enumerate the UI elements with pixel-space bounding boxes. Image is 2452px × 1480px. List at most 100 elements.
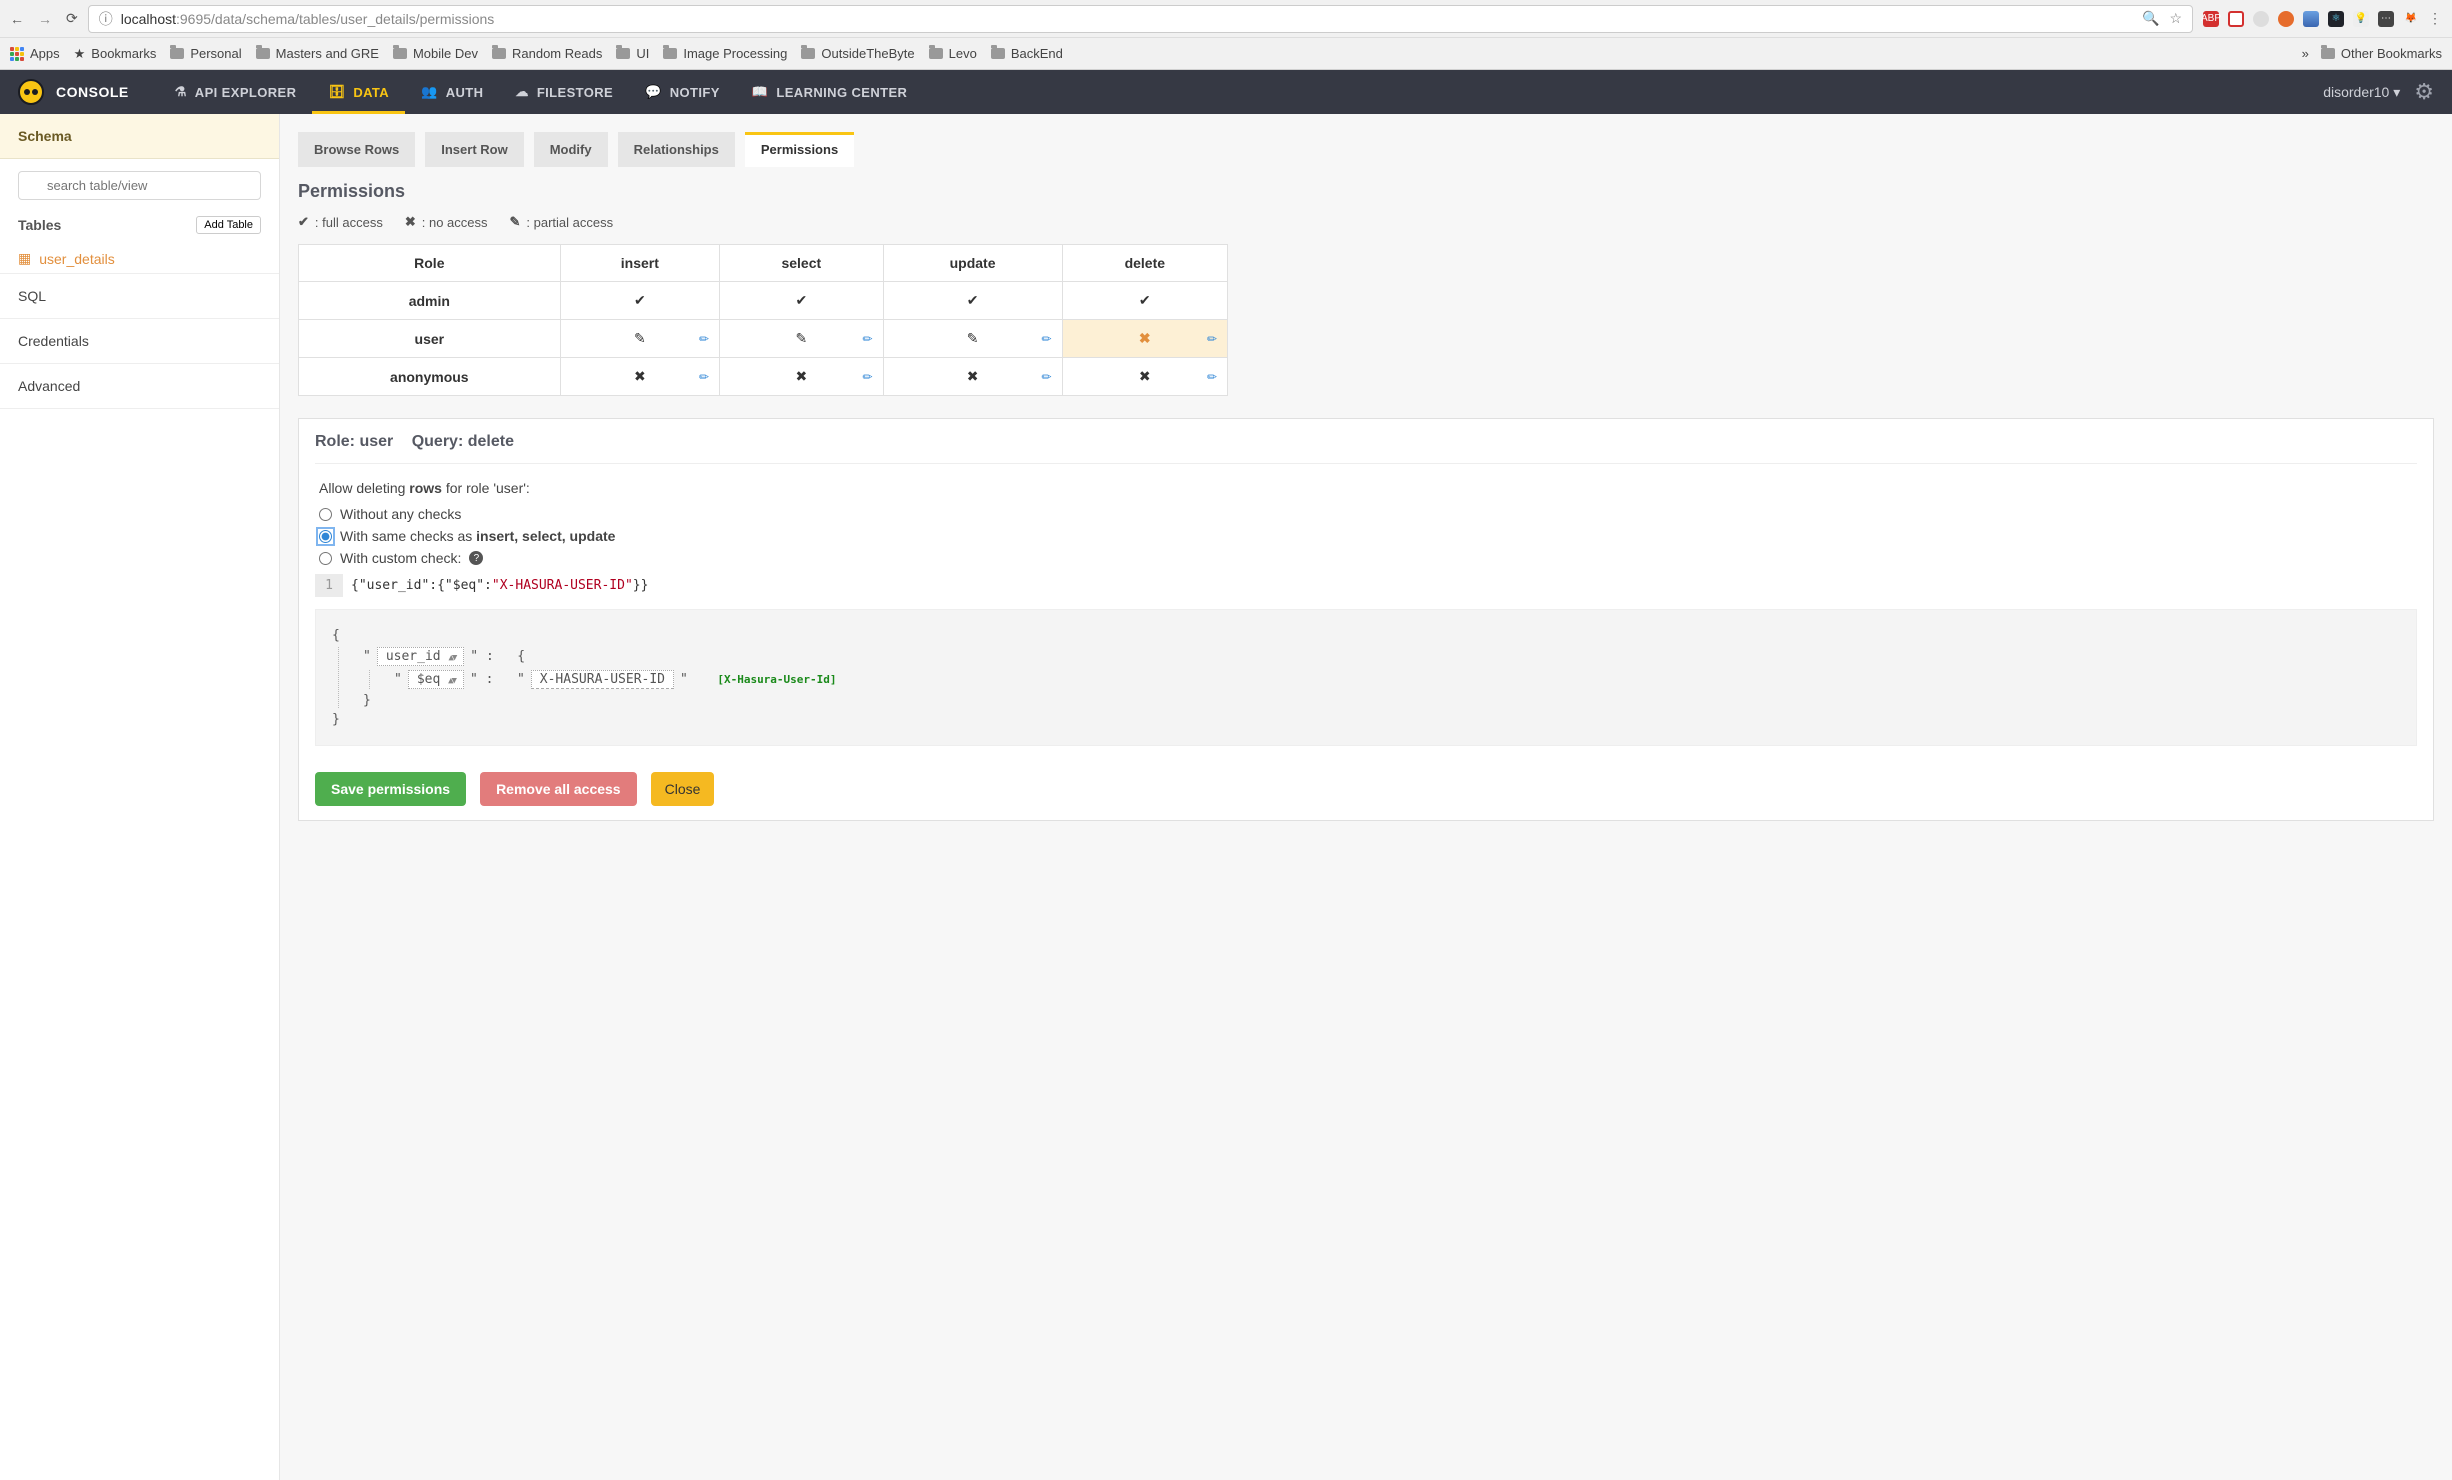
other-bookmarks[interactable]: Other Bookmarks <box>2321 46 2442 61</box>
partial-icon: ✎ <box>967 330 979 346</box>
gear-icon[interactable]: ⚙ <box>2414 79 2434 105</box>
option-custom-check[interactable]: With custom check: ? <box>319 550 2413 566</box>
sidebar-link-sql[interactable]: SQL <box>0 273 279 318</box>
back-icon[interactable]: ← <box>10 11 24 27</box>
x-icon: ✖ <box>634 368 646 384</box>
bookmarks-folder[interactable]: OutsideTheByte <box>801 46 914 61</box>
tab-data[interactable]: 🗄DATA <box>312 70 405 114</box>
bookmarks-folder[interactable]: UI <box>616 46 649 61</box>
ext-icon-bulb[interactable]: 💡 <box>2353 11 2369 27</box>
subtab-relationships[interactable]: Relationships <box>618 132 735 167</box>
subtab-permissions[interactable]: Permissions <box>745 132 854 167</box>
ext-icon-pick[interactable] <box>2303 11 2319 27</box>
op-select[interactable]: $eq ▲▼ <box>408 670 464 689</box>
brand-logo-icon <box>18 79 44 105</box>
code-body[interactable]: {"user_id":{"$eq":"X-HASURA-USER-ID"}} <box>343 574 656 597</box>
pencil-icon[interactable]: ✏ <box>1207 332 1217 346</box>
pencil-icon[interactable]: ✏ <box>862 332 872 346</box>
subtab-modify[interactable]: Modify <box>534 132 608 167</box>
perm-cell[interactable]: ✖✏ <box>720 358 883 396</box>
permissions-table: Role insert select update delete admin ✔… <box>298 244 1228 396</box>
react-devtools-icon[interactable]: ⚛ <box>2328 11 2344 27</box>
menu-icon[interactable]: ⋮ <box>2428 10 2442 27</box>
close-button[interactable]: Close <box>651 772 715 806</box>
add-table-button[interactable]: Add Table <box>196 216 261 234</box>
ext-icon-grey[interactable] <box>2253 11 2269 27</box>
field-select[interactable]: user_id ▲▼ <box>377 647 464 666</box>
radio-no-checks[interactable] <box>319 508 332 521</box>
editor-heading: Role: user Query: delete <box>315 433 2417 464</box>
perm-cell[interactable]: ✖✏ <box>1062 358 1227 396</box>
col-update: update <box>883 245 1062 282</box>
ext-icon-dark[interactable]: ⋯ <box>2378 11 2394 27</box>
pencil-icon[interactable]: ✏ <box>862 370 872 384</box>
table-item-user-details[interactable]: ▦ user_details <box>0 244 279 273</box>
radio-same-checks[interactable] <box>319 530 332 543</box>
abp-icon[interactable]: ABP <box>2203 11 2219 27</box>
brand[interactable]: CONSOLE <box>18 79 129 105</box>
tables-heading: Tables <box>18 217 61 233</box>
radio-custom-check[interactable] <box>319 552 332 565</box>
sidebar-link-credentials[interactable]: Credentials <box>0 318 279 363</box>
perm-cell: ✔ <box>560 282 719 320</box>
search-input[interactable] <box>18 171 261 200</box>
tab-notify[interactable]: 💬NOTIFY <box>629 70 736 114</box>
subtab-browse[interactable]: Browse Rows <box>298 132 415 167</box>
tab-api-explorer[interactable]: ⚗API EXPLORER <box>159 70 313 114</box>
builder-field-row[interactable]: " user_id ▲▼ " : { <box>363 647 2400 666</box>
check-icon: ✔ <box>1139 292 1151 308</box>
bookmarks-folder[interactable]: Masters and GRE <box>256 46 379 61</box>
bookmarks-folder[interactable]: Mobile Dev <box>393 46 478 61</box>
bookmarks-folder[interactable]: Personal <box>170 46 241 61</box>
tab-filestore[interactable]: ☁FILESTORE <box>499 70 629 114</box>
bookmarks-folder[interactable]: Image Processing <box>663 46 787 61</box>
app-header: CONSOLE ⚗API EXPLORER 🗄DATA 👥AUTH ☁FILES… <box>0 70 2452 114</box>
subtab-insert[interactable]: Insert Row <box>425 132 523 167</box>
star-icon[interactable]: ☆ <box>2169 10 2182 27</box>
apps-icon <box>10 47 24 61</box>
perm-cell[interactable]: ✖✏ <box>560 358 719 396</box>
perm-cell[interactable]: ✎✏ <box>720 320 883 358</box>
builder-op-row[interactable]: " $eq ▲▼ " : " X-HASURA-USER-ID " [X-Has… <box>394 670 2400 689</box>
remove-access-button[interactable]: Remove all access <box>480 772 637 806</box>
zoom-icon[interactable]: 🔍 <box>2142 10 2159 27</box>
ublock-icon[interactable] <box>2228 11 2244 27</box>
chat-icon: 💬 <box>645 84 662 100</box>
perm-cell[interactable]: ✖✏ <box>883 358 1062 396</box>
x-icon: ✖ <box>967 368 979 384</box>
option-same-checks[interactable]: With same checks as insert, select, upda… <box>319 528 2413 544</box>
pencil-icon[interactable]: ✏ <box>699 332 709 346</box>
bookmarks-folder[interactable]: ★Bookmarks <box>74 46 157 62</box>
bookmarks-folder[interactable]: Random Reads <box>492 46 602 61</box>
tab-auth[interactable]: 👥AUTH <box>405 70 499 114</box>
option-no-checks[interactable]: Without any checks <box>319 506 2413 522</box>
overflow-icon[interactable]: » <box>2302 46 2309 61</box>
code-editor[interactable]: 1 {"user_id":{"$eq":"X-HASURA-USER-ID"}} <box>315 574 2417 597</box>
ext-icon-orange[interactable] <box>2278 11 2294 27</box>
bookmarks-folder[interactable]: BackEnd <box>991 46 1063 61</box>
sidebar-link-advanced[interactable]: Advanced <box>0 363 279 409</box>
pencil-icon[interactable]: ✏ <box>699 370 709 384</box>
info-icon[interactable]: ⓘ <box>99 9 113 29</box>
tab-learning[interactable]: 📖LEARNING CENTER <box>736 70 924 114</box>
apps-button[interactable]: Apps <box>10 46 60 61</box>
url-bar[interactable]: ⓘ localhost:9695/data/schema/tables/user… <box>88 5 2193 33</box>
perm-cell[interactable]: ✎✏ <box>883 320 1062 358</box>
tab-label: DATA <box>353 85 389 100</box>
folder-icon <box>393 48 407 59</box>
perm-cell[interactable]: ✎✏ <box>560 320 719 358</box>
help-icon[interactable]: ? <box>469 551 483 565</box>
user-menu[interactable]: disorder10 ▾ <box>2323 84 2400 101</box>
browser-nav-bar: ← → ⟳ ⓘ localhost:9695/data/schema/table… <box>0 0 2452 38</box>
pencil-icon[interactable]: ✏ <box>1207 370 1217 384</box>
apps-label: Apps <box>30 46 60 61</box>
ext-icon-fox[interactable]: 🦊 <box>2403 11 2419 27</box>
bookmark-label: Mobile Dev <box>413 46 478 61</box>
bookmarks-folder[interactable]: Levo <box>929 46 977 61</box>
perm-cell-active[interactable]: ✖✏ <box>1062 320 1227 358</box>
pencil-icon[interactable]: ✏ <box>1042 332 1052 346</box>
pencil-icon[interactable]: ✏ <box>1042 370 1052 384</box>
value-input[interactable]: X-HASURA-USER-ID <box>531 670 674 689</box>
reload-icon[interactable]: ⟳ <box>66 10 78 27</box>
save-permissions-button[interactable]: Save permissions <box>315 772 466 806</box>
